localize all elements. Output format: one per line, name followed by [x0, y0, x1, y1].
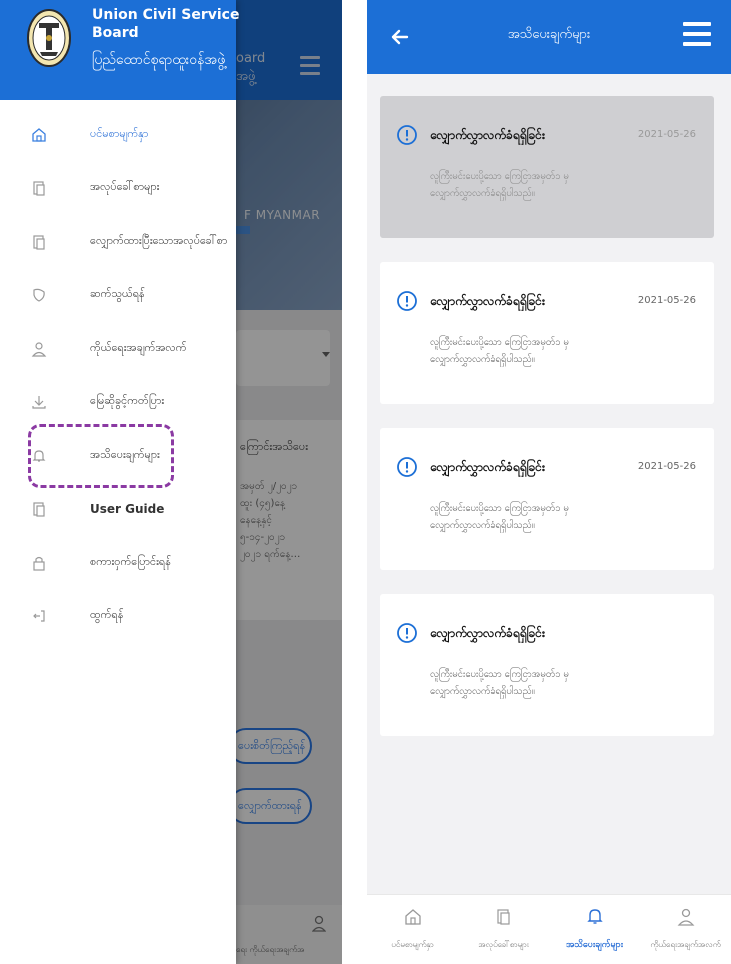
- ucsb-logo-icon: [27, 9, 71, 67]
- applied-documents-icon: [33, 235, 45, 250]
- notification-body: လူကြီးမင်းပေးပို့သော ကြေငြာအမှတ်၁ မှ လျှ…: [430, 168, 569, 202]
- page-title: အသိပေးချက်များ: [507, 27, 591, 42]
- drawer-item-user-guide[interactable]: User Guide: [0, 483, 236, 537]
- drawer-item-label: ဆက်သွယ်ရန်: [90, 287, 145, 301]
- bottom-nav-label: အသိပေးချက်များ: [565, 940, 624, 950]
- drawer-item-label: ကိုယ်ရေးအချက်အလက်: [90, 340, 187, 354]
- notification-body-line: လူကြီးမင်းပေးပို့သော ကြေငြာအမှတ်၁ မှ: [430, 337, 569, 348]
- home-icon: [404, 909, 421, 925]
- download-icon: [32, 396, 46, 409]
- drawer-scrim[interactable]: [236, 0, 342, 964]
- notification-body-line: လျှောက်လွှာလက်ခံရရှိပါသည်။: [430, 686, 535, 697]
- drawer-item-notifications[interactable]: အသိပေးချက်များ: [0, 429, 236, 483]
- notification-body-line: လူကြီးမင်းပေးပို့သော ကြေငြာအမှတ်၁ မှ: [430, 503, 569, 514]
- notification-body-line: လျှောက်လွှာလက်ခံရရှိပါသည်။: [430, 520, 535, 531]
- notification-date: 2021-05-26: [637, 295, 696, 306]
- drawer-item-exam-card[interactable]: မြေဆိုခွင့်ကတ်ပြား: [0, 376, 236, 430]
- home-icon: [32, 127, 46, 142]
- bottom-nav-profile[interactable]: ကိုယ်ရေးအချက်အလက်: [640, 895, 731, 964]
- notification-card[interactable]: လျှောက်လွှာလက်ခံရရှိခြင်း 2021-05-26 လူက…: [380, 96, 714, 238]
- drawer-item-logout[interactable]: ထွက်ရန်: [0, 590, 236, 644]
- screenshot-root: oard အဖွဲ့ F MYANMAR ကြောင်းအသိပေး အမှတ်…: [0, 0, 731, 964]
- notification-body-line: လျှောက်လွှာလက်ခံရရှိပါသည်။: [430, 354, 535, 365]
- documents-icon: [33, 181, 45, 196]
- drawer-item-applied-jobs[interactable]: လျှောက်ထားပြီးသောအလုပ်ခေါ်စာ: [0, 215, 236, 269]
- notification-title: လျှောက်လွှာလက်ခံရရှိခြင်း: [430, 460, 545, 474]
- bottom-nav-label: ကိုယ်ရေးအချက်အလက်: [650, 940, 721, 949]
- drawer-item-label: User Guide: [90, 502, 165, 517]
- notification-body: လူကြီးမင်းပေးပို့သော ကြေငြာအမှတ်၁ မှ လျှ…: [430, 500, 569, 534]
- bottom-navigation: ပင်မစာမျက်နှာ အလုပ်ခေါ်စာများ အသိပေးချက်…: [367, 894, 731, 964]
- drawer-title: Union Civil Service Board: [92, 7, 240, 41]
- drawer-item-label: စကားဝှက်ပြောင်းရန်: [90, 554, 171, 568]
- notification-body: လူကြီးမင်းပေးပို့သော ကြေငြာအမှတ်၁ မှ လျှ…: [430, 666, 569, 700]
- notification-title: လျှောက်လွှာလက်ခံရရှိခြင်း: [430, 294, 545, 308]
- logout-icon: [33, 610, 45, 622]
- bottom-nav-label: အလုပ်ခေါ်စာများ: [478, 940, 529, 949]
- bottom-nav-jobs[interactable]: အလုပ်ခေါ်စာများ: [458, 895, 549, 964]
- right-screen-notifications: အသိပေးချက်များ လျှောက်လွှာလက်ခံရရှိခြင်း…: [367, 0, 731, 964]
- alert-circle-icon: [397, 291, 417, 311]
- notification-body-line: လျှောက်လွှာလက်ခံရရှိပါသည်။: [430, 188, 535, 199]
- notification-body-line: လူကြီးမင်းပေးပို့သော ကြေငြာအမှတ်၁ မှ: [430, 669, 569, 680]
- bell-icon: [586, 909, 603, 924]
- notification-card[interactable]: လျှောက်လွှာလက်ခံရရှိခြင်း 2021-05-26 လူက…: [380, 428, 714, 570]
- drawer-subtitle: ပြည်ထောင်စုရာထူးဝန်အဖွဲ့: [92, 52, 226, 68]
- drawer-item-label: မြေဆိုခွင့်ကတ်ပြား: [90, 394, 165, 408]
- drawer-item-home[interactable]: ပင်မစာမျက်နှာ: [0, 108, 236, 162]
- notification-body-line: လူကြီးမင်းပေးပို့သော ကြေငြာအမှတ်၁ မှ: [430, 171, 569, 182]
- drawer-item-label: အသိပေးချက်များ: [90, 447, 160, 461]
- drawer-item-change-password[interactable]: စကားဝှက်ပြောင်းရန်: [0, 536, 236, 590]
- notification-title: လျှောက်လွှာလက်ခံရရှိခြင်း: [430, 128, 545, 142]
- notification-title: လျှောက်လွှာလက်ခံရရှိခြင်း: [430, 626, 545, 640]
- bell-icon: [32, 450, 46, 462]
- app-header: အသိပေးချက်များ: [367, 0, 731, 74]
- drawer-item-label: ပင်မစာမျက်နှာ: [90, 126, 149, 140]
- profile-icon: [31, 342, 47, 357]
- navigation-drawer: Union Civil Service Board ပြည်ထောင်စုရာထ…: [0, 0, 240, 964]
- notification-date: 2021-05-26: [637, 461, 696, 472]
- bottom-nav-notifications[interactable]: အသိပေးချက်များ: [549, 895, 640, 964]
- drawer-item-contact[interactable]: ဆက်သွယ်ရန်: [0, 269, 236, 323]
- alert-circle-icon: [397, 457, 417, 477]
- notification-body: လူကြီးမင်းပေးပို့သော ကြေငြာအမှတ်၁ မှ လျှ…: [430, 334, 569, 368]
- profile-icon: [677, 908, 694, 926]
- hamburger-menu-icon[interactable]: [683, 22, 711, 50]
- drawer-item-label: လျှောက်ထားပြီးသောအလုပ်ခေါ်စာ: [90, 233, 228, 247]
- notification-card[interactable]: လျှောက်လွှာလက်ခံရရှိခြင်း လူကြီးမင်းပေးပ…: [380, 594, 714, 736]
- notification-card[interactable]: လျှောက်လွှာလက်ခံရရှိခြင်း 2021-05-26 လူက…: [380, 262, 714, 404]
- lock-icon: [33, 556, 45, 571]
- drawer-item-label: ထွက်ရန်: [90, 608, 124, 622]
- drawer-item-jobs[interactable]: အလုပ်ခေါ်စာများ: [0, 162, 236, 216]
- contact-icon: [33, 288, 45, 302]
- left-screen-drawer-open: oard အဖွဲ့ F MYANMAR ကြောင်းအသိပေး အမှတ်…: [0, 0, 342, 964]
- notification-date: 2021-05-26: [637, 129, 696, 140]
- guide-icon: [33, 502, 45, 517]
- drawer-item-profile[interactable]: ကိုယ်ရေးအချက်အလက်: [0, 322, 236, 376]
- bottom-nav-home[interactable]: ပင်မစာမျက်နှာ: [367, 895, 458, 964]
- drawer-header: Union Civil Service Board ပြည်ထောင်စုရာထ…: [0, 0, 240, 100]
- drawer-item-label: အလုပ်ခေါ်စာများ: [90, 180, 160, 194]
- drawer-menu: ပင်မစာမျက်နှာ အလုပ်ခေါ်စာများ လျှောက်ထား…: [0, 108, 236, 643]
- alert-circle-icon: [397, 623, 417, 643]
- alert-circle-icon: [397, 125, 417, 145]
- documents-icon: [496, 909, 510, 925]
- bottom-nav-label: ပင်မစာမျက်နှာ: [391, 940, 434, 949]
